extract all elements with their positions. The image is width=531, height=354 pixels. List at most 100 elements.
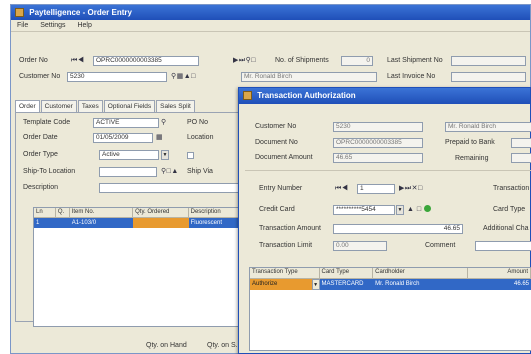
cell-qty: [133, 218, 189, 228]
col-cardholder[interactable]: Cardholder: [373, 268, 469, 278]
transaction-type-dropdown-icon[interactable]: ▼: [311, 279, 320, 290]
transaction-type-label: Transaction T: [493, 185, 531, 192]
cell-amount: 46.65: [468, 279, 531, 290]
cell-cardholder: Mr. Ronald Birch: [373, 279, 469, 290]
order-no-field[interactable]: OPRC0000000003385: [93, 56, 199, 66]
entry-nav-first-prev-icon[interactable]: ⏮◀: [335, 184, 349, 194]
menu-bar: File Settings Help: [11, 20, 530, 32]
last-shipment-label: Last Shipment No: [387, 57, 443, 64]
order-type-label: Order Type: [23, 151, 58, 158]
last-invoice-field: [451, 72, 526, 82]
col-item-no[interactable]: Item No.: [70, 208, 134, 217]
screen: Paytelligence - Order Entry File Setting…: [0, 0, 531, 354]
status-green-icon: [424, 205, 432, 212]
transaction-limit-label: Transaction Limit: [259, 242, 313, 249]
remaining-field: [511, 153, 531, 163]
cell-ln: 1: [34, 218, 56, 228]
cell-transaction-type[interactable]: Authorize: [250, 279, 312, 290]
dialog-title: Transaction Authorization: [257, 91, 356, 100]
dlg-document-amount-field: 46.65: [333, 153, 423, 163]
dialog-separator: [245, 170, 531, 171]
tab-sales-split[interactable]: Sales Split: [156, 100, 195, 112]
dlg-document-no-label: Document No: [255, 139, 298, 146]
template-finder-icon[interactable]: ⚲: [161, 118, 167, 128]
comment-label: Comment: [425, 242, 456, 249]
table-row[interactable]: 1 A1-103/0 Fluorescent: [34, 218, 260, 228]
main-window-title: Paytelligence - Order Entry: [29, 8, 132, 17]
main-titlebar[interactable]: Paytelligence - Order Entry: [11, 5, 530, 20]
cell-card-type: MASTERCARD: [319, 279, 374, 290]
transaction-authorization-dialog: Transaction Authorization Customer No 52…: [238, 87, 531, 354]
credit-card-actions-icon[interactable]: ▲ □: [407, 205, 432, 215]
dlg-customer-name-field: Mr. Ronald Birch: [445, 122, 531, 132]
comment-field[interactable]: [475, 241, 531, 251]
tab-customer[interactable]: Customer: [40, 100, 77, 112]
nav-next-last-find-icon[interactable]: ▶⏭⚲□: [233, 56, 256, 66]
order-lines-grid[interactable]: Ln Q. Item No. Qty. Ordered Description …: [33, 207, 261, 327]
entry-number-label: Entry Number: [259, 185, 303, 192]
col-amount[interactable]: Amount: [468, 268, 531, 278]
dlg-document-amount-label: Document Amount: [255, 154, 313, 161]
credit-card-field[interactable]: **********5454: [333, 205, 395, 215]
description-label: Description: [23, 184, 59, 191]
location-label: Location: [187, 134, 214, 141]
tab-order[interactable]: Order: [15, 100, 40, 112]
ship-via-label: Ship Via: [187, 168, 213, 175]
qty-on-hand-label: Qty. on Hand: [146, 342, 187, 349]
description-field[interactable]: [99, 183, 249, 193]
transaction-limit-field: 0.00: [333, 241, 387, 251]
order-no-label: Order No: [19, 57, 48, 64]
last-invoice-label: Last Invoice No: [387, 73, 436, 80]
menu-help[interactable]: Help: [77, 22, 91, 29]
last-shipment-field: [451, 56, 526, 66]
app-icon: [15, 8, 24, 17]
col-transaction-type[interactable]: Transaction Type: [250, 268, 320, 278]
entry-nav-next-last-delete-icon[interactable]: ▶⏭✕□: [399, 184, 423, 194]
transactions-grid-header: Transaction Type Card Type Cardholder Am…: [250, 268, 531, 279]
order-tabs: Order Customer Taxes Optional Fields Sales S…: [15, 100, 196, 112]
table-row[interactable]: Authorize ▼ MASTERCARD Mr. Ronald Birch …: [250, 279, 531, 290]
num-shipments-field: 0: [341, 56, 373, 66]
prepaid-label: Prepaid to Bank: [445, 139, 495, 146]
template-code-field[interactable]: ACTIVE: [93, 118, 159, 128]
dlg-customer-no-label: Customer No: [255, 123, 297, 130]
transactions-grid[interactable]: Transaction Type Card Type Cardholder Am…: [249, 267, 531, 351]
order-date-field[interactable]: 01/05/2009: [93, 133, 153, 143]
entry-number-field[interactable]: 1: [357, 184, 395, 194]
po-no-label: PO No: [187, 119, 209, 126]
card-type-label: Card Type: [493, 206, 526, 213]
menu-settings[interactable]: Settings: [40, 22, 65, 29]
remaining-label: Remaining: [455, 155, 489, 162]
template-code-label: Template Code: [23, 119, 71, 126]
ship-to-field[interactable]: [99, 167, 157, 177]
col-card-type[interactable]: Card Type: [320, 268, 374, 278]
order-date-label: Order Date: [23, 134, 58, 141]
num-shipments-label: No. of Shipments: [275, 57, 329, 64]
dialog-app-icon: [243, 91, 252, 100]
col-q[interactable]: Q.: [56, 208, 70, 217]
cell-item: A1-103/0: [69, 218, 134, 228]
customer-no-field[interactable]: 5230: [67, 72, 167, 82]
credit-card-label: Credit Card: [259, 206, 295, 213]
customer-no-label: Customer No: [19, 73, 61, 80]
grid-header: Ln Q. Item No. Qty. Ordered Description: [34, 208, 260, 218]
dlg-document-no-field: OPRC0000000003385: [333, 138, 423, 148]
nav-first-prev-icon[interactable]: ⏮◀: [71, 56, 85, 66]
order-type-dropdown-icon[interactable]: ▼: [161, 150, 169, 160]
transaction-amount-field[interactable]: 46.65: [333, 224, 463, 234]
calendar-icon[interactable]: ▦: [156, 133, 163, 143]
dialog-titlebar[interactable]: Transaction Authorization: [239, 88, 530, 104]
customer-finder-icon[interactable]: ⚲▦▲□: [171, 72, 196, 82]
col-ln[interactable]: Ln: [34, 208, 56, 217]
transaction-amount-label: Transaction Amount: [259, 225, 321, 232]
credit-card-dropdown-icon[interactable]: ▼: [396, 205, 404, 215]
customer-name-field: Mr. Ronald Birch: [241, 72, 377, 82]
order-type-select[interactable]: Active: [99, 150, 159, 160]
tab-taxes[interactable]: Taxes: [77, 100, 103, 112]
option-checkbox[interactable]: [187, 152, 194, 159]
ship-to-finder-icon[interactable]: ⚲□▲: [161, 167, 179, 177]
prepaid-field: [511, 138, 531, 148]
col-qty-ordered[interactable]: Qty. Ordered: [133, 208, 189, 217]
tab-optional-fields[interactable]: Optional Fields: [103, 100, 156, 112]
menu-file[interactable]: File: [17, 22, 28, 29]
